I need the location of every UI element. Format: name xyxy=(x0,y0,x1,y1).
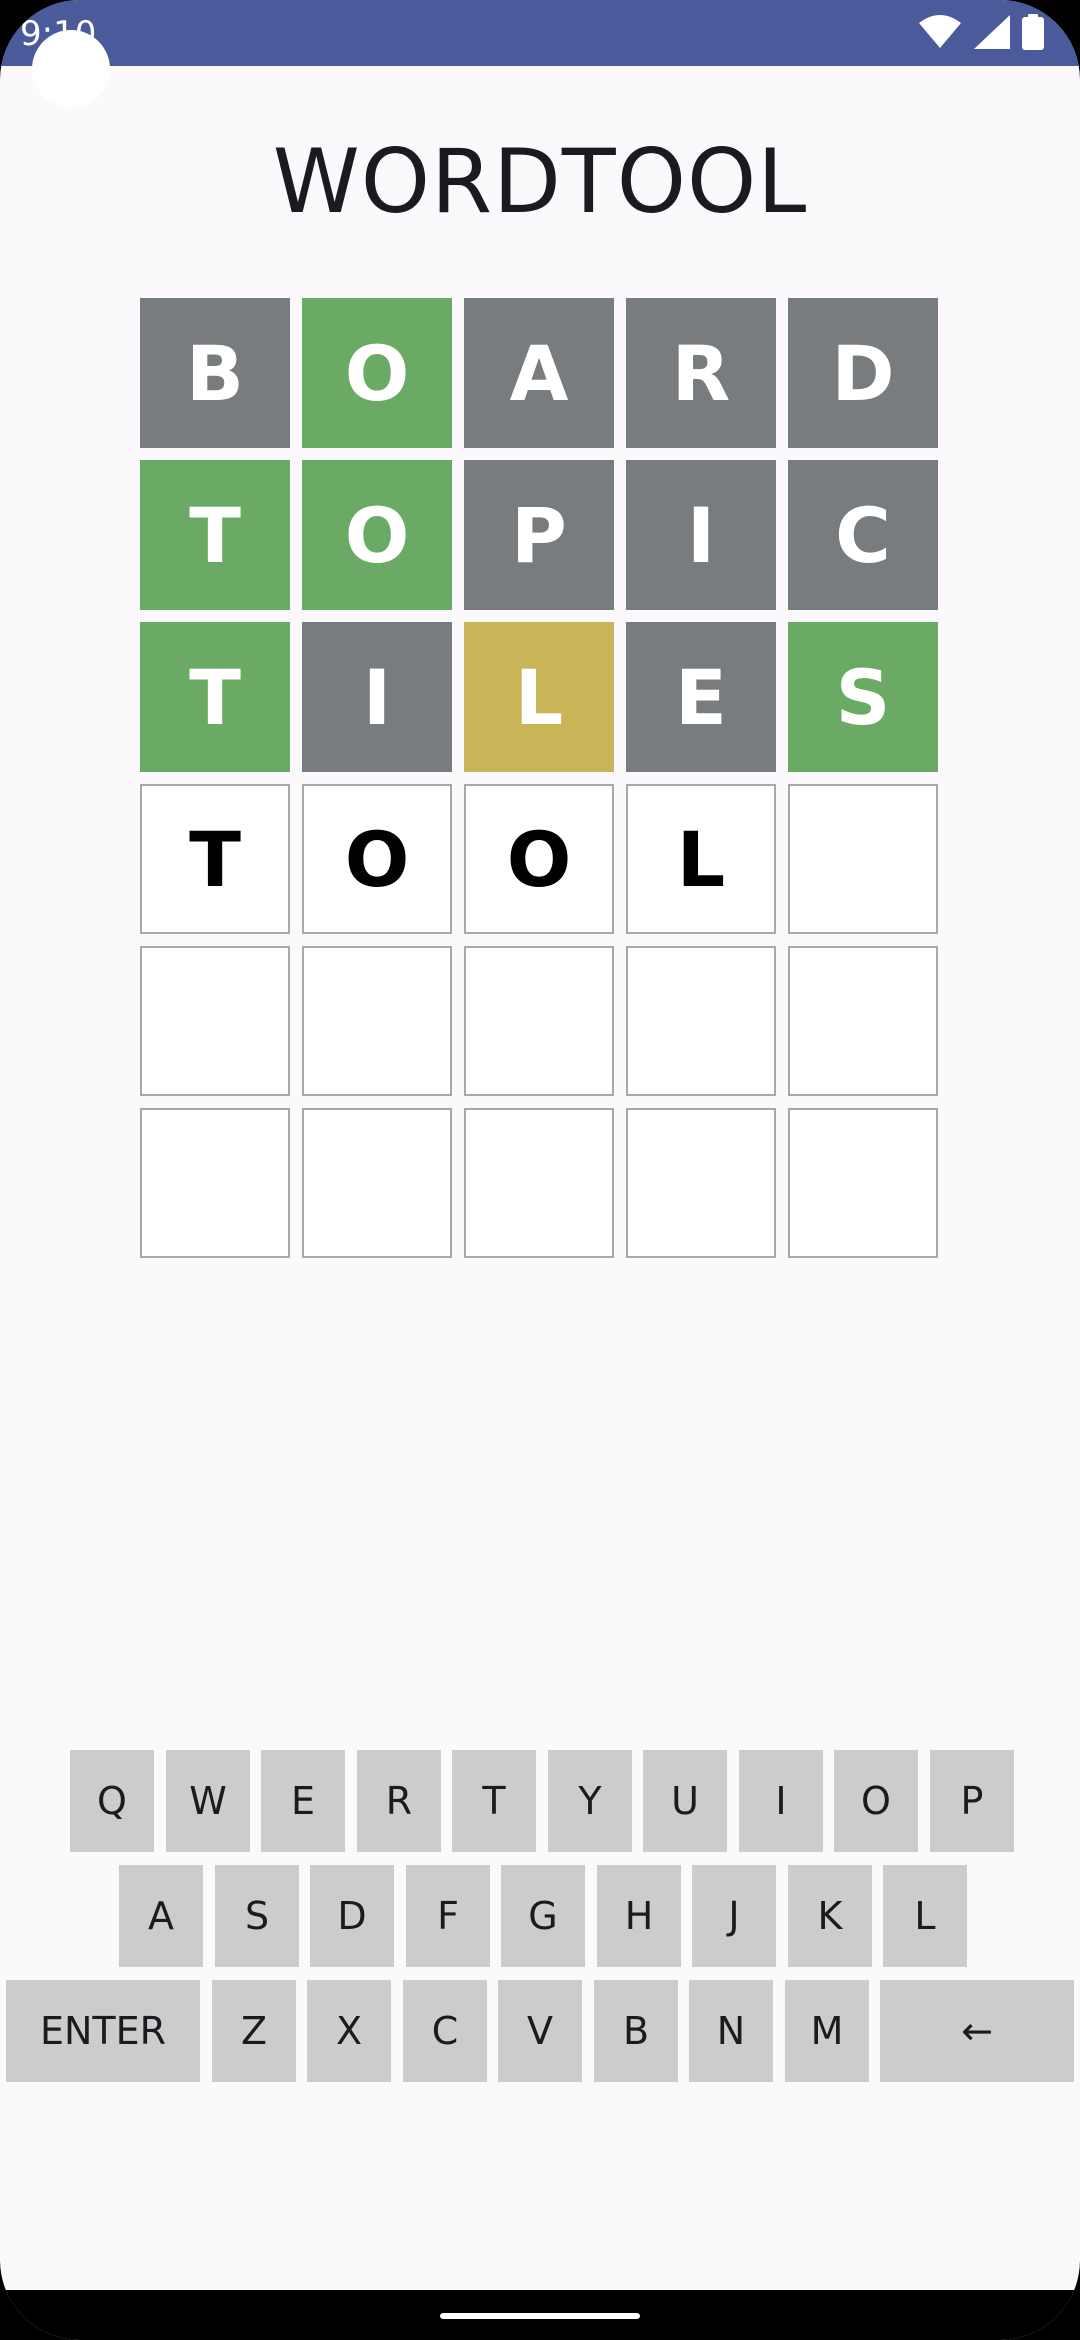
wifi-icon xyxy=(918,15,962,49)
key-o[interactable]: O xyxy=(834,1750,918,1852)
key-w[interactable]: W xyxy=(166,1750,250,1852)
board-tile xyxy=(788,784,938,934)
board-tile: O xyxy=(464,784,614,934)
board-tile: L xyxy=(626,784,776,934)
board-tile: T xyxy=(140,622,290,772)
board-tile xyxy=(788,946,938,1096)
board-row: TOOL xyxy=(140,784,940,934)
board-tile: I xyxy=(626,460,776,610)
key-y[interactable]: Y xyxy=(548,1750,632,1852)
key-s[interactable]: S xyxy=(215,1865,299,1967)
navigation-bar xyxy=(0,2290,1080,2340)
board-tile: P xyxy=(464,460,614,610)
board-row: TILES xyxy=(140,622,940,772)
key-e[interactable]: E xyxy=(261,1750,345,1852)
key-h[interactable]: H xyxy=(597,1865,681,1967)
board-tile xyxy=(302,946,452,1096)
board-tile: T xyxy=(140,784,290,934)
key-n[interactable]: N xyxy=(689,1980,773,2082)
board-tile: I xyxy=(302,622,452,772)
board-tile: T xyxy=(140,460,290,610)
app-title: WORDTOOL xyxy=(272,130,808,233)
key-t[interactable]: T xyxy=(452,1750,536,1852)
key-b[interactable]: B xyxy=(594,1980,678,2082)
board-tile: B xyxy=(140,298,290,448)
board-tile: C xyxy=(788,460,938,610)
board-tile xyxy=(302,1108,452,1258)
key-k[interactable]: K xyxy=(788,1865,872,1967)
backspace-key[interactable]: ← xyxy=(880,1980,1074,2082)
board-tile: R xyxy=(626,298,776,448)
key-g[interactable]: G xyxy=(501,1865,585,1967)
key-p[interactable]: P xyxy=(930,1750,1014,1852)
board-tile xyxy=(626,946,776,1096)
board-tile xyxy=(464,946,614,1096)
status-icons xyxy=(918,14,1044,50)
board-tile: L xyxy=(464,622,614,772)
key-q[interactable]: Q xyxy=(70,1750,154,1852)
board-tile: O xyxy=(302,784,452,934)
key-c[interactable]: C xyxy=(403,1980,487,2082)
board-tile: O xyxy=(302,298,452,448)
battery-icon xyxy=(1022,14,1044,50)
key-j[interactable]: J xyxy=(692,1865,776,1967)
key-u[interactable]: U xyxy=(643,1750,727,1852)
key-f[interactable]: F xyxy=(406,1865,490,1967)
board-tile: S xyxy=(788,622,938,772)
board-row xyxy=(140,1108,940,1258)
key-z[interactable]: Z xyxy=(212,1980,296,2082)
board-row xyxy=(140,946,940,1096)
key-a[interactable]: A xyxy=(119,1865,203,1967)
camera-cutout xyxy=(32,30,110,108)
key-x[interactable]: X xyxy=(307,1980,391,2082)
board-tile xyxy=(140,1108,290,1258)
signal-icon xyxy=(974,15,1010,49)
board-row: TOPIC xyxy=(140,460,940,610)
key-m[interactable]: M xyxy=(785,1980,869,2082)
board-tile xyxy=(464,1108,614,1258)
key-d[interactable]: D xyxy=(310,1865,394,1967)
key-v[interactable]: V xyxy=(498,1980,582,2082)
board-tile: A xyxy=(464,298,614,448)
key-i[interactable]: I xyxy=(739,1750,823,1852)
board-tile: D xyxy=(788,298,938,448)
board-tile: E xyxy=(626,622,776,772)
key-l[interactable]: L xyxy=(883,1865,967,1967)
key-r[interactable]: R xyxy=(357,1750,441,1852)
board-tile xyxy=(626,1108,776,1258)
board-tile xyxy=(788,1108,938,1258)
board-row: BOARD xyxy=(140,298,940,448)
board-tile: O xyxy=(302,460,452,610)
board-tile xyxy=(140,946,290,1096)
app-screen: 9:10 WORDTOOL BOARDTOPICTILESTOOL xyxy=(0,0,1080,2340)
enter-key[interactable]: ENTER xyxy=(6,1980,200,2082)
status-bar: 9:10 xyxy=(0,0,1080,66)
home-indicator[interactable] xyxy=(440,2313,640,2319)
